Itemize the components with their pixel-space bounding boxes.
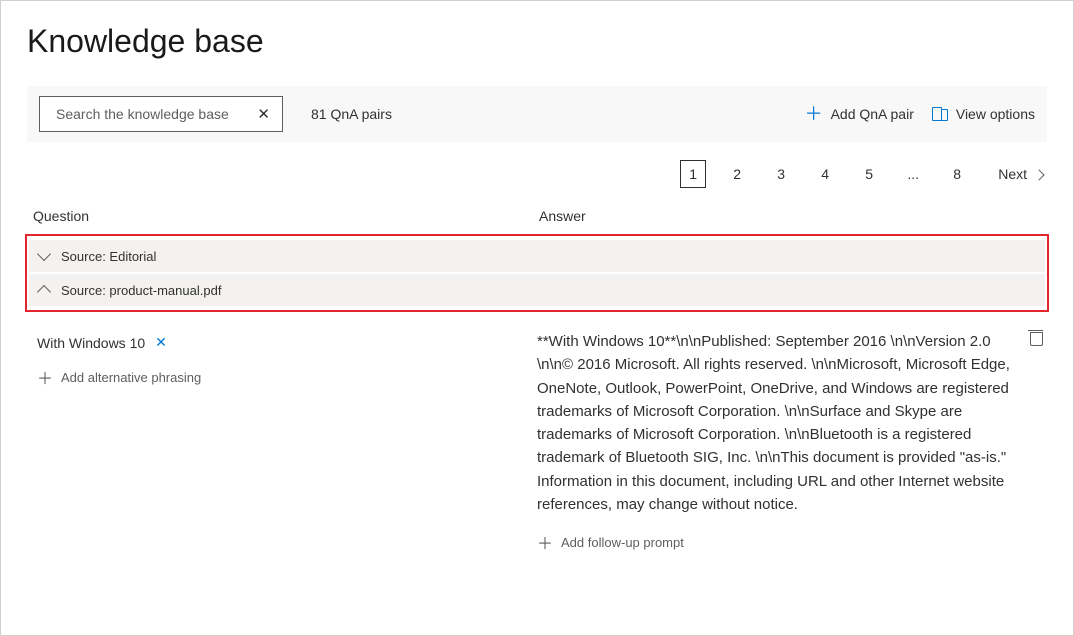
view-options-label: View options bbox=[956, 106, 1035, 122]
source-label: Source: Editorial bbox=[61, 249, 156, 264]
question-chip-text: With Windows 10 bbox=[37, 335, 145, 351]
chevron-down-icon bbox=[37, 247, 51, 261]
view-options-button[interactable]: View options bbox=[932, 106, 1035, 122]
question-chip: With Windows 10 ✕ bbox=[37, 332, 167, 353]
page-ellipsis: ... bbox=[900, 160, 926, 188]
add-qna-pair-label: Add QnA pair bbox=[831, 106, 914, 122]
search-box[interactable]: ✕ bbox=[39, 96, 283, 132]
plus-icon: ＋ bbox=[37, 365, 53, 389]
add-followup-prompt-button[interactable]: ＋ Add follow-up prompt bbox=[537, 530, 1011, 554]
knowledge-base-page: Knowledge base ✕ 81 QnA pairs ＋ Add QnA … bbox=[0, 0, 1074, 636]
source-label: Source: product-manual.pdf bbox=[61, 283, 221, 298]
highlighted-sources: Source: Editorial Source: product-manual.… bbox=[25, 234, 1049, 312]
next-label: Next bbox=[998, 166, 1027, 182]
chevron-up-icon bbox=[37, 285, 51, 299]
column-header-question: Question bbox=[33, 208, 539, 224]
page-4[interactable]: 4 bbox=[812, 160, 838, 188]
chevron-right-icon bbox=[1035, 166, 1043, 182]
remove-question-icon[interactable]: ✕ bbox=[155, 334, 167, 351]
page-3[interactable]: 3 bbox=[768, 160, 794, 188]
add-alternative-phrasing-label: Add alternative phrasing bbox=[61, 370, 201, 385]
add-qna-pair-button[interactable]: ＋ Add QnA pair bbox=[805, 105, 914, 123]
pagination: 12345... 8 Next bbox=[27, 154, 1047, 208]
page-next[interactable]: Next bbox=[998, 160, 1043, 188]
delete-icon[interactable] bbox=[1029, 330, 1043, 346]
answer-text[interactable]: **With Windows 10**\n\nPublished: Septem… bbox=[537, 330, 1011, 516]
clear-search-icon[interactable]: ✕ bbox=[255, 105, 272, 123]
answer-cell: **With Windows 10**\n\nPublished: Septem… bbox=[537, 328, 1043, 554]
column-header-answer: Answer bbox=[539, 208, 1047, 224]
grid-headers: Question Answer bbox=[27, 208, 1047, 234]
qna-count-label: 81 QnA pairs bbox=[311, 106, 392, 122]
add-followup-label: Add follow-up prompt bbox=[561, 535, 684, 550]
source-row[interactable]: Source: product-manual.pdf bbox=[29, 274, 1045, 306]
qna-row: With Windows 10 ✕ ＋ Add alternative phra… bbox=[27, 328, 1047, 554]
toolbar: ✕ 81 QnA pairs ＋ Add QnA pair View optio… bbox=[27, 86, 1047, 142]
question-cell: With Windows 10 ✕ ＋ Add alternative phra… bbox=[31, 328, 537, 389]
page-title: Knowledge base bbox=[27, 23, 1047, 60]
source-row[interactable]: Source: Editorial bbox=[29, 240, 1045, 272]
view-options-icon bbox=[932, 107, 948, 121]
search-input[interactable] bbox=[54, 105, 255, 123]
page-5[interactable]: 5 bbox=[856, 160, 882, 188]
page-8[interactable]: 8 bbox=[944, 160, 970, 188]
plus-icon: ＋ bbox=[805, 105, 823, 123]
page-2[interactable]: 2 bbox=[724, 160, 750, 188]
add-alternative-phrasing-button[interactable]: ＋ Add alternative phrasing bbox=[37, 365, 537, 389]
plus-icon: ＋ bbox=[537, 530, 553, 554]
page-1[interactable]: 1 bbox=[680, 160, 706, 188]
